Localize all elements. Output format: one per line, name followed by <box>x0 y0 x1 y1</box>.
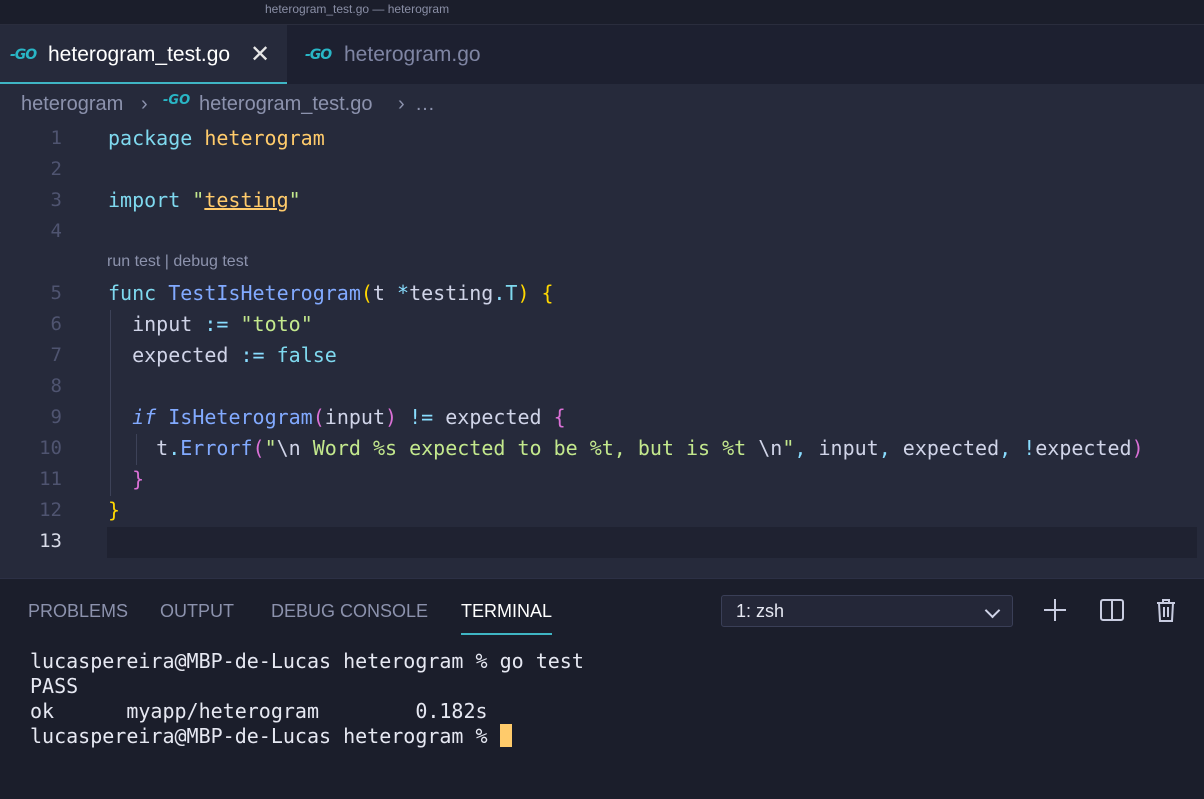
current-line-highlight <box>107 527 1197 558</box>
terminal-select[interactable]: 1: zsh <box>721 595 1013 627</box>
tab-label: heterogram.go <box>344 43 481 66</box>
tab-terminal[interactable]: TERMINAL <box>461 601 553 635</box>
line-number: 5 <box>50 282 62 304</box>
code-line-10: t.Errorf("\n Word %s expected to be %t, … <box>156 436 1144 460</box>
tab-heterogram[interactable]: -GO heterogram.go <box>287 25 527 84</box>
trash-icon[interactable] <box>1153 597 1179 623</box>
code-line-9: if IsHeterogram(input) != expected { <box>132 405 566 429</box>
tab-label: heterogram_test.go <box>48 43 231 66</box>
line-number: 4 <box>50 220 62 242</box>
title-bar: heterogram_test.go — heterogram <box>0 0 1204 24</box>
chevron-down-icon <box>984 602 1001 619</box>
tab-problems[interactable]: PROBLEMS <box>28 601 128 622</box>
close-icon[interactable]: ✕ <box>250 40 270 69</box>
line-number-current: 13 <box>39 530 62 552</box>
bottom-panel: PROBLEMS OUTPUT DEBUG CONSOLE TERMINAL 1… <box>0 578 1204 799</box>
code-line-6: input := "toto" <box>132 312 313 336</box>
line-number: 3 <box>50 189 62 211</box>
line-number: 10 <box>39 437 62 459</box>
line-number: 2 <box>50 158 62 180</box>
run-test-link[interactable]: run test <box>107 253 160 270</box>
go-icon: -GO <box>305 47 332 63</box>
tab-output[interactable]: OUTPUT <box>160 601 234 622</box>
plus-icon[interactable] <box>1042 597 1068 623</box>
code-line-12: } <box>108 498 121 522</box>
code-line-1: package heterogram <box>108 126 325 150</box>
line-number: 11 <box>39 468 62 490</box>
code-line-5: func TestIsHeterogram(t *testing.T) { <box>108 281 554 305</box>
window-title: heterogram_test.go — heterogram <box>265 2 450 16</box>
tab-debug-console[interactable]: DEBUG CONSOLE <box>271 601 428 622</box>
breadcrumb-more[interactable]: … <box>415 93 435 116</box>
code-line-11: } <box>132 467 145 491</box>
terminal-prompt-line: lucaspereira@MBP-de-Lucas heterogram % <box>30 724 584 749</box>
breadcrumb-folder[interactable]: heterogram <box>21 93 123 116</box>
terminal-select-value: 1: zsh <box>736 601 785 621</box>
code-editor[interactable]: 1 2 3 4 5 6 7 8 9 10 11 12 13 package he… <box>0 124 1204 578</box>
line-number: 8 <box>50 375 62 397</box>
breadcrumb-file[interactable]: heterogram_test.go <box>199 93 372 116</box>
go-icon: -GO <box>10 47 37 63</box>
line-number: 6 <box>50 313 62 335</box>
chevron-right-icon: › <box>141 93 148 115</box>
chevron-right-icon: › <box>398 93 405 115</box>
line-number: 1 <box>50 127 62 149</box>
breadcrumb: heterogram › -GO heterogram_test.go › … <box>0 84 1204 124</box>
terminal-line: lucaspereira@MBP-de-Lucas heterogram % g… <box>30 649 584 673</box>
terminal-output[interactable]: lucaspereira@MBP-de-Lucas heterogram % g… <box>30 649 584 749</box>
line-number: 9 <box>50 406 62 428</box>
tab-bar: -GO heterogram_test.go ✕ -GO heterogram.… <box>0 24 1204 84</box>
line-number: 7 <box>50 344 62 366</box>
split-icon[interactable] <box>1099 597 1125 623</box>
terminal-line: PASS <box>30 674 79 698</box>
code-line-3: import "testing" <box>108 188 301 212</box>
code-line-7: expected := false <box>132 343 337 367</box>
terminal-line: ok myapp/heterogram 0.182s <box>30 699 488 723</box>
terminal-cursor <box>499 724 512 747</box>
line-number: 12 <box>39 499 62 521</box>
terminal-prompt: lucaspereira@MBP-de-Lucas heterogram % <box>30 724 500 748</box>
debug-test-link[interactable]: debug test <box>173 253 248 270</box>
go-icon: -GO <box>163 93 191 108</box>
tab-heterogram-test[interactable]: -GO heterogram_test.go ✕ <box>0 25 287 84</box>
codelens: run test | debug test <box>107 253 249 270</box>
